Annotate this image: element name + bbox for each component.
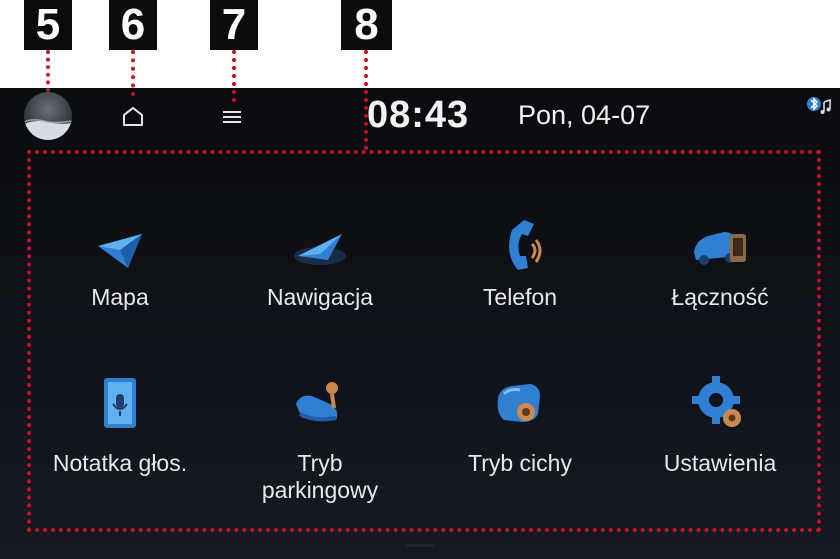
clock-time: 08:43 — [367, 94, 470, 136]
app-tile-map[interactable]: Mapa — [20, 200, 220, 350]
callout-7: 7 — [210, 0, 258, 50]
settings-icon — [690, 374, 750, 434]
app-label-parking-mode: Tryb parkingowy — [261, 450, 379, 503]
leader-line-5 — [46, 50, 50, 92]
app-label-map: Mapa — [91, 284, 149, 310]
app-tile-quiet-mode[interactable]: Tryb cichy — [420, 366, 620, 516]
profile-avatar[interactable] — [24, 92, 72, 140]
menu-button[interactable] — [216, 102, 248, 132]
app-label-voice-memo: Notatka głos. — [52, 450, 188, 476]
leader-line-6 — [131, 50, 135, 96]
map-icon — [90, 216, 150, 276]
bluetooth-audio-icon — [804, 94, 834, 118]
page-indicator — [405, 544, 435, 547]
app-tile-navigation[interactable]: Nawigacja — [220, 200, 420, 350]
app-tile-phone[interactable]: Telefon — [420, 200, 620, 350]
app-label-navigation: Nawigacja — [266, 284, 374, 310]
home-button[interactable] — [116, 100, 150, 132]
quiet-mode-icon — [490, 374, 550, 434]
navigation-icon — [290, 216, 350, 276]
app-label-settings: Ustawienia — [663, 450, 777, 476]
home-icon — [123, 107, 143, 126]
connectivity-icon — [690, 216, 750, 276]
callout-5: 5 — [24, 0, 72, 50]
clock-date: Pon, 04-07 — [518, 100, 651, 130]
voice-memo-icon — [90, 374, 150, 434]
app-tile-connectivity[interactable]: Łączność — [620, 200, 820, 350]
app-label-phone: Telefon — [482, 284, 558, 310]
app-tile-parking-mode[interactable]: Tryb parkingowy — [220, 366, 420, 516]
app-label-quiet-mode: Tryb cichy — [468, 450, 572, 476]
profile-image-icon — [24, 118, 72, 140]
app-tile-settings[interactable]: Ustawienia — [620, 366, 820, 516]
callout-8: 8 — [341, 0, 392, 50]
menu-icon — [223, 111, 241, 123]
leader-line-7 — [232, 50, 236, 102]
app-tile-voice-memo[interactable]: Notatka głos. — [20, 366, 220, 516]
phone-icon — [490, 214, 550, 274]
callout-6: 6 — [109, 0, 157, 50]
app-label-connectivity: Łączność — [671, 284, 769, 310]
parking-mode-icon — [290, 374, 350, 434]
